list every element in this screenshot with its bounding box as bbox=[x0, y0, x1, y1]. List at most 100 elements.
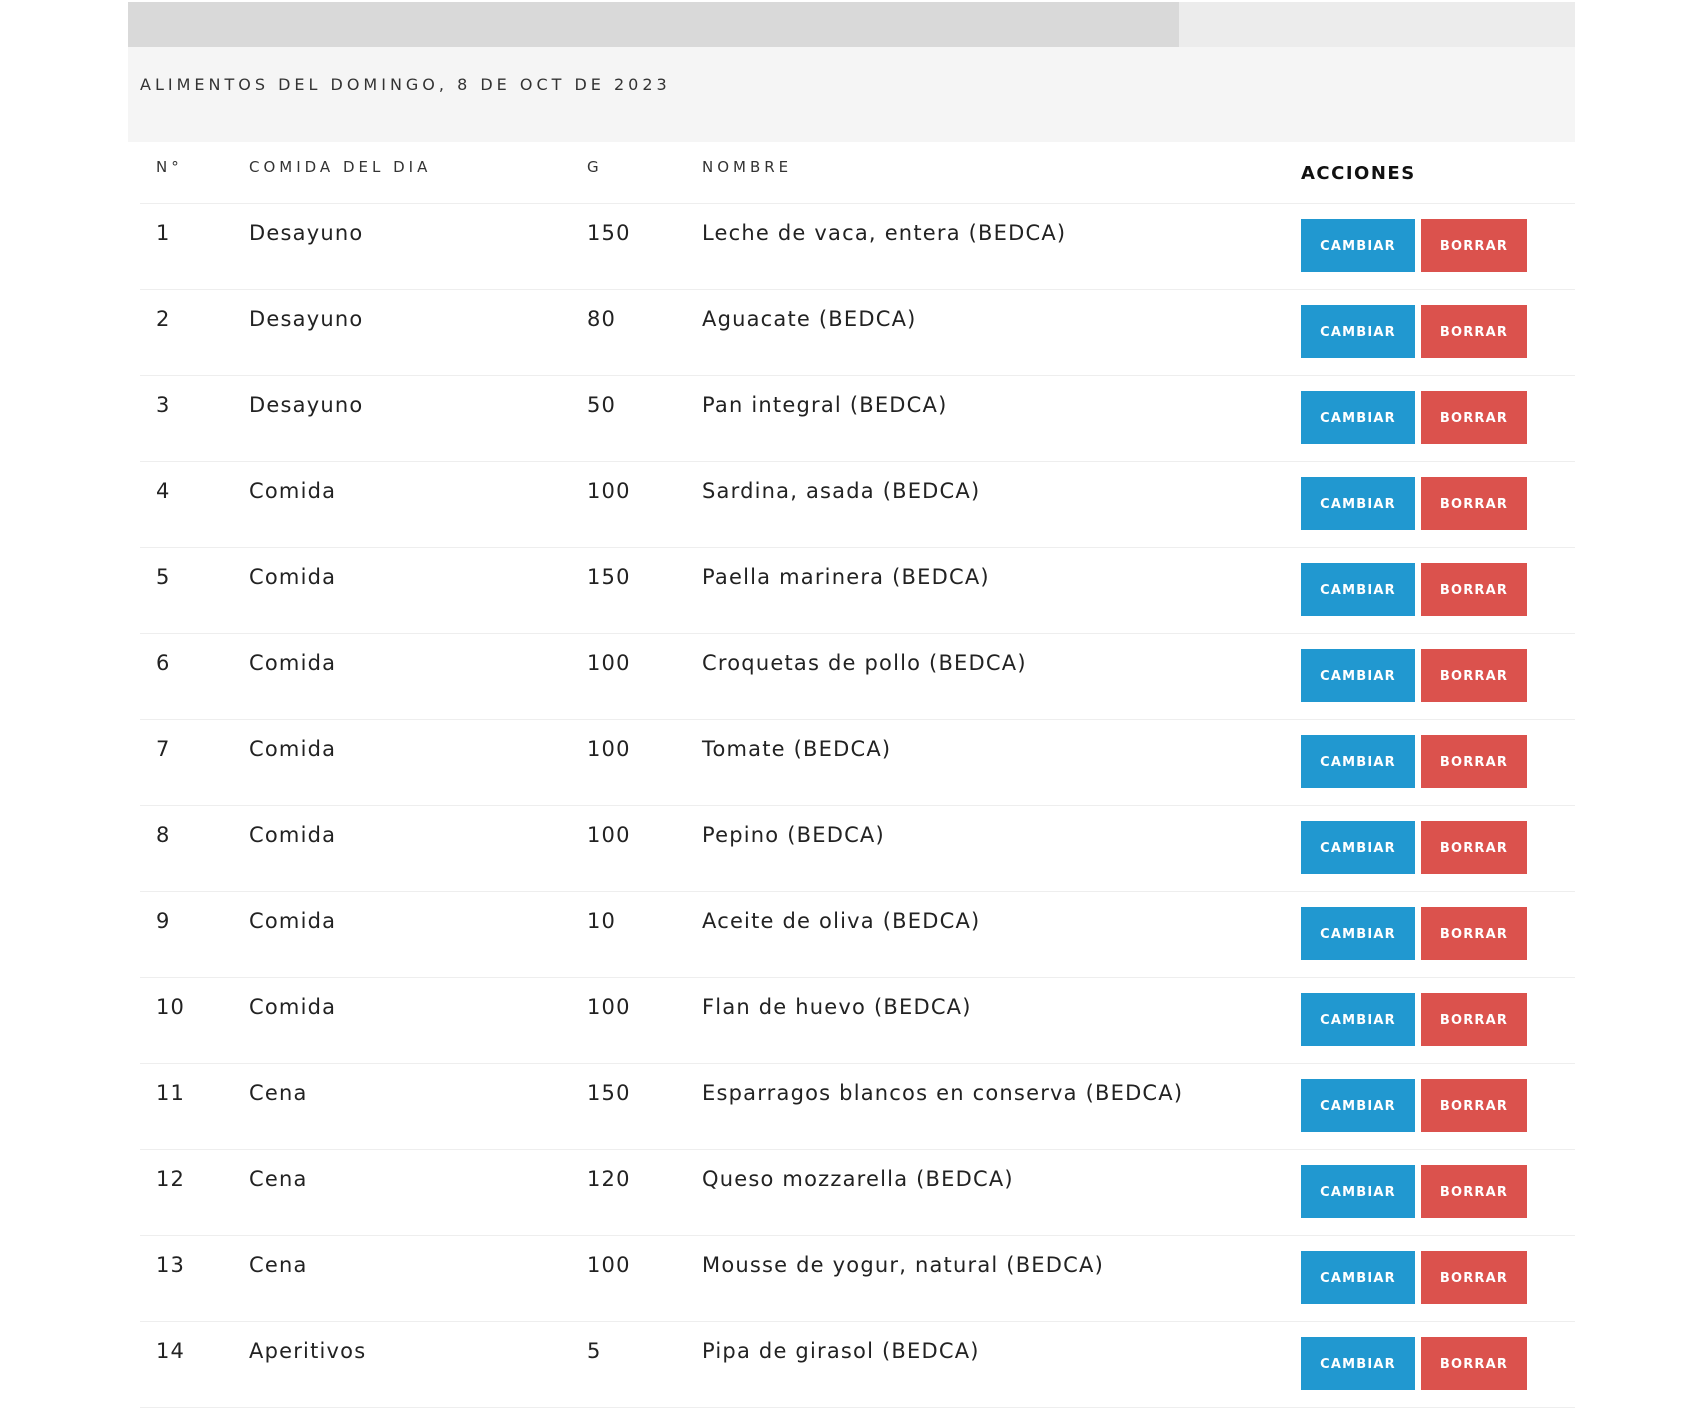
edit-button[interactable]: CAMBIAR bbox=[1301, 906, 1415, 960]
row-number: 4 bbox=[140, 461, 233, 548]
progress-bar bbox=[128, 2, 1575, 47]
row-grams: 50 bbox=[571, 375, 686, 462]
row-grams: 100 bbox=[571, 977, 686, 1064]
table-row: 2 Desayuno 80 Aguacate (BEDCA) CAMBIAR BORRAR bbox=[140, 289, 1575, 376]
row-meal: Aperitivos bbox=[233, 1321, 571, 1408]
row-grams: 150 bbox=[571, 203, 686, 290]
delete-button[interactable]: BORRAR bbox=[1421, 218, 1527, 272]
edit-button[interactable]: CAMBIAR bbox=[1301, 476, 1415, 530]
row-food-name: Mousse de yogur, natural (BEDCA) bbox=[686, 1235, 1285, 1322]
row-number: 1 bbox=[140, 203, 233, 290]
edit-button[interactable]: CAMBIAR bbox=[1301, 820, 1415, 874]
row-food-name: Sardina, asada (BEDCA) bbox=[686, 461, 1285, 548]
row-grams: 100 bbox=[571, 633, 686, 720]
table-row: 6 Comida 100 Croquetas de pollo (BEDCA) CAMB… bbox=[140, 633, 1575, 720]
delete-button[interactable]: BORRAR bbox=[1421, 562, 1527, 616]
edit-button[interactable]: CAMBIAR bbox=[1301, 734, 1415, 788]
column-header-meal: COMIDA DEL DIA bbox=[233, 142, 571, 204]
row-actions: CAMBIAR BORRAR bbox=[1285, 375, 1575, 462]
row-actions: CAMBIAR BORRAR bbox=[1285, 1149, 1575, 1236]
row-number: 2 bbox=[140, 289, 233, 376]
row-meal: Cena bbox=[233, 1149, 571, 1236]
row-number: 5 bbox=[140, 547, 233, 634]
edit-button[interactable]: CAMBIAR bbox=[1301, 648, 1415, 702]
table-row: 14 Aperitivos 5 Pipa de girasol (BEDCA) CAMB… bbox=[140, 1321, 1575, 1408]
edit-button[interactable]: CAMBIAR bbox=[1301, 218, 1415, 272]
row-actions: CAMBIAR BORRAR bbox=[1285, 1063, 1575, 1150]
table-header-row: N° COMIDA DEL DIA G NOMBRE ACCIONES bbox=[140, 142, 1575, 204]
row-grams: 100 bbox=[571, 805, 686, 892]
delete-button[interactable]: BORRAR bbox=[1421, 820, 1527, 874]
row-grams: 5 bbox=[571, 1321, 686, 1408]
row-actions: CAMBIAR BORRAR bbox=[1285, 719, 1575, 806]
row-meal: Desayuno bbox=[233, 289, 571, 376]
delete-button[interactable]: BORRAR bbox=[1421, 1250, 1527, 1304]
row-actions: CAMBIAR BORRAR bbox=[1285, 805, 1575, 892]
row-food-name: Esparragos blancos en conserva (BEDCA) bbox=[686, 1063, 1285, 1150]
table-row: 3 Desayuno 50 Pan integral (BEDCA) CAMBIAR BO… bbox=[140, 375, 1575, 462]
delete-button[interactable]: BORRAR bbox=[1421, 390, 1527, 444]
row-meal: Comida bbox=[233, 805, 571, 892]
row-food-name: Queso mozzarella (BEDCA) bbox=[686, 1149, 1285, 1236]
table-row: 11 Cena 150 Esparragos blancos en conserva … bbox=[140, 1063, 1575, 1150]
table-row: 5 Comida 150 Paella marinera (BEDCA) CAMBIAR… bbox=[140, 547, 1575, 634]
row-grams: 150 bbox=[571, 547, 686, 634]
row-actions: CAMBIAR BORRAR bbox=[1285, 289, 1575, 376]
edit-button[interactable]: CAMBIAR bbox=[1301, 1250, 1415, 1304]
row-meal: Comida bbox=[233, 977, 571, 1064]
row-number: 8 bbox=[140, 805, 233, 892]
row-number: 14 bbox=[140, 1321, 233, 1408]
delete-button[interactable]: BORRAR bbox=[1421, 648, 1527, 702]
delete-button[interactable]: BORRAR bbox=[1421, 992, 1527, 1046]
food-table: N° COMIDA DEL DIA G NOMBRE ACCIONES 1 Des… bbox=[140, 142, 1575, 1408]
row-food-name: Paella marinera (BEDCA) bbox=[686, 547, 1285, 634]
row-actions: CAMBIAR BORRAR bbox=[1285, 203, 1575, 290]
delete-button[interactable]: BORRAR bbox=[1421, 1078, 1527, 1132]
row-food-name: Tomate (BEDCA) bbox=[686, 719, 1285, 806]
delete-button[interactable]: BORRAR bbox=[1421, 734, 1527, 788]
row-number: 13 bbox=[140, 1235, 233, 1322]
row-grams: 100 bbox=[571, 461, 686, 548]
edit-button[interactable]: CAMBIAR bbox=[1301, 304, 1415, 358]
row-food-name: Croquetas de pollo (BEDCA) bbox=[686, 633, 1285, 720]
table-row: 7 Comida 100 Tomate (BEDCA) CAMBIAR BORRAR bbox=[140, 719, 1575, 806]
delete-button[interactable]: BORRAR bbox=[1421, 304, 1527, 358]
row-actions: CAMBIAR BORRAR bbox=[1285, 891, 1575, 978]
row-actions: CAMBIAR BORRAR bbox=[1285, 1321, 1575, 1408]
table-row: 9 Comida 10 Aceite de oliva (BEDCA) CAMBIAR B… bbox=[140, 891, 1575, 978]
row-food-name: Leche de vaca, entera (BEDCA) bbox=[686, 203, 1285, 290]
table-row: 10 Comida 100 Flan de huevo (BEDCA) CAMBIAR B… bbox=[140, 977, 1575, 1064]
row-actions: CAMBIAR BORRAR bbox=[1285, 977, 1575, 1064]
column-header-actions: ACCIONES bbox=[1285, 142, 1575, 204]
edit-button[interactable]: CAMBIAR bbox=[1301, 1078, 1415, 1132]
row-number: 3 bbox=[140, 375, 233, 462]
row-actions: CAMBIAR BORRAR bbox=[1285, 461, 1575, 548]
edit-button[interactable]: CAMBIAR bbox=[1301, 390, 1415, 444]
row-number: 9 bbox=[140, 891, 233, 978]
row-meal: Desayuno bbox=[233, 375, 571, 462]
row-meal: Desayuno bbox=[233, 203, 571, 290]
delete-button[interactable]: BORRAR bbox=[1421, 1164, 1527, 1218]
row-grams: 100 bbox=[571, 1235, 686, 1322]
table-row: 4 Comida 100 Sardina, asada (BEDCA) CAMBIAR B… bbox=[140, 461, 1575, 548]
delete-button[interactable]: BORRAR bbox=[1421, 906, 1527, 960]
edit-button[interactable]: CAMBIAR bbox=[1301, 1164, 1415, 1218]
row-food-name: Pan integral (BEDCA) bbox=[686, 375, 1285, 462]
progress-bar-fill bbox=[128, 2, 1179, 47]
row-grams: 120 bbox=[571, 1149, 686, 1236]
table-row: 12 Cena 120 Queso mozzarella (BEDCA) CAMBIAR… bbox=[140, 1149, 1575, 1236]
row-meal: Comida bbox=[233, 547, 571, 634]
page-title: ALIMENTOS DEL DOMINGO, 8 DE OCT DE 2023 bbox=[140, 75, 671, 94]
edit-button[interactable]: CAMBIAR bbox=[1301, 1336, 1415, 1390]
edit-button[interactable]: CAMBIAR bbox=[1301, 992, 1415, 1046]
row-number: 10 bbox=[140, 977, 233, 1064]
row-food-name: Pepino (BEDCA) bbox=[686, 805, 1285, 892]
delete-button[interactable]: BORRAR bbox=[1421, 1336, 1527, 1390]
edit-button[interactable]: CAMBIAR bbox=[1301, 562, 1415, 616]
delete-button[interactable]: BORRAR bbox=[1421, 476, 1527, 530]
row-number: 11 bbox=[140, 1063, 233, 1150]
row-number: 7 bbox=[140, 719, 233, 806]
row-food-name: Aceite de oliva (BEDCA) bbox=[686, 891, 1285, 978]
row-grams: 10 bbox=[571, 891, 686, 978]
row-meal: Comida bbox=[233, 461, 571, 548]
